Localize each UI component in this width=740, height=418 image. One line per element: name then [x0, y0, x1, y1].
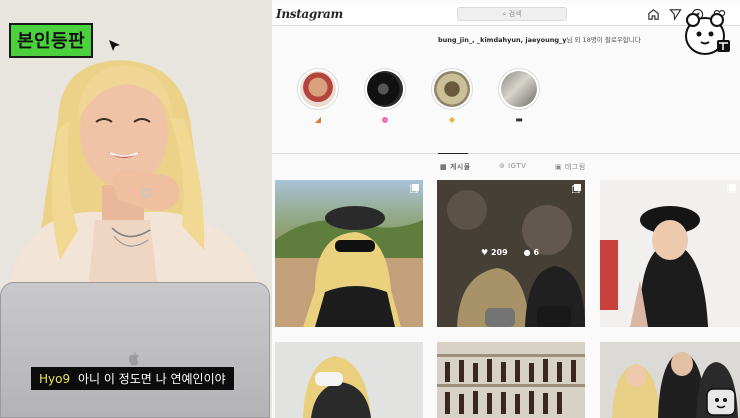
post-thumbnail-hovered[interactable]: ♥ 209 ● 6 [437, 180, 585, 327]
tab-igtv[interactable]: ⊚ IGTV [499, 162, 526, 170]
instagram-logo[interactable]: Instagram [276, 7, 343, 21]
comment-count: ● 6 [523, 248, 540, 257]
search-placeholder: 검색 [508, 10, 522, 18]
instagram-page: Instagram ⌕ 검색 bung_jin_, _kimdahyun, ja… [272, 0, 740, 418]
highlight-label: ◢ [297, 115, 339, 124]
laptop [0, 282, 270, 418]
tagged-icon: ▣ [555, 163, 565, 171]
active-tab-indicator [438, 153, 468, 154]
apple-icon [129, 352, 139, 366]
badge-label: 본인등판 [9, 23, 94, 58]
subtitle-text: 아니 이 정도면 나 연예인이야 [77, 372, 226, 386]
story-highlight[interactable] [364, 68, 406, 110]
tab-posts[interactable]: ▦ 게시물 [440, 162, 471, 172]
post-stats: ♥ 209 ● 6 [481, 248, 555, 257]
post-photo [275, 342, 423, 418]
top-nav: Instagram ⌕ 검색 [272, 4, 740, 26]
video-panel: 본인등판 Hyo9 아니 이 정도면 나 연예인이야 [0, 0, 272, 418]
post-thumbnail[interactable] [275, 342, 423, 418]
story-highlight[interactable] [297, 68, 339, 110]
grid-icon: ▦ [440, 163, 450, 171]
story-highlight[interactable] [498, 68, 540, 110]
tabs-divider [272, 153, 740, 154]
tab-label: 게시물 [449, 163, 471, 171]
post-thumbnail[interactable] [437, 342, 585, 418]
igtv-icon: ⊚ [499, 162, 509, 170]
followed-by-suffix: 님 외 18명이 팔로우합니다 [566, 36, 641, 44]
yellow-shape-icon: ◆ [448, 115, 456, 124]
followed-by-text[interactable]: bung_jin_, _kimdahyun, jaeyoung_y님 외 18명… [438, 34, 641, 44]
highlight-label: ◆ [431, 115, 473, 124]
video-subtitle: Hyo9 아니 이 정도면 나 연예인이야 [31, 367, 234, 390]
dark-shape-icon: ▬ [515, 115, 523, 124]
tab-label: IGTV [508, 162, 527, 170]
highlight-label: ▬ [498, 115, 540, 124]
post-photo [275, 206, 423, 327]
multi-image-icon [572, 184, 581, 193]
multi-image-icon [410, 184, 419, 193]
channel-logo [685, 13, 730, 55]
tab-label: 태그됨 [564, 163, 586, 171]
orange-shape-icon: ◢ [314, 115, 322, 124]
post-photo [600, 180, 740, 327]
pink-shape-icon: ● [381, 115, 389, 124]
post-thumbnail[interactable] [600, 180, 740, 327]
subtitle-speaker: Hyo9 [39, 372, 71, 386]
direct-icon[interactable] [669, 8, 682, 21]
search-input[interactable]: ⌕ 검색 [457, 7, 567, 21]
tab-tagged[interactable]: ▣ 태그됨 [555, 162, 586, 172]
post-photo [437, 342, 585, 418]
like-count: ♥ 209 [481, 248, 508, 257]
post-thumbnail[interactable] [275, 180, 423, 327]
multi-image-icon [727, 184, 736, 193]
highlight-label: ● [364, 115, 406, 124]
channel-watermark [706, 388, 736, 416]
likes-value: 209 [490, 248, 508, 257]
story-highlight[interactable] [431, 68, 473, 110]
home-icon[interactable] [647, 8, 660, 21]
followed-by-names[interactable]: bung_jin_, _kimdahyun, jaeyoung_y [438, 36, 566, 44]
comments-value: 6 [533, 248, 540, 257]
cursor-icon [109, 40, 120, 51]
